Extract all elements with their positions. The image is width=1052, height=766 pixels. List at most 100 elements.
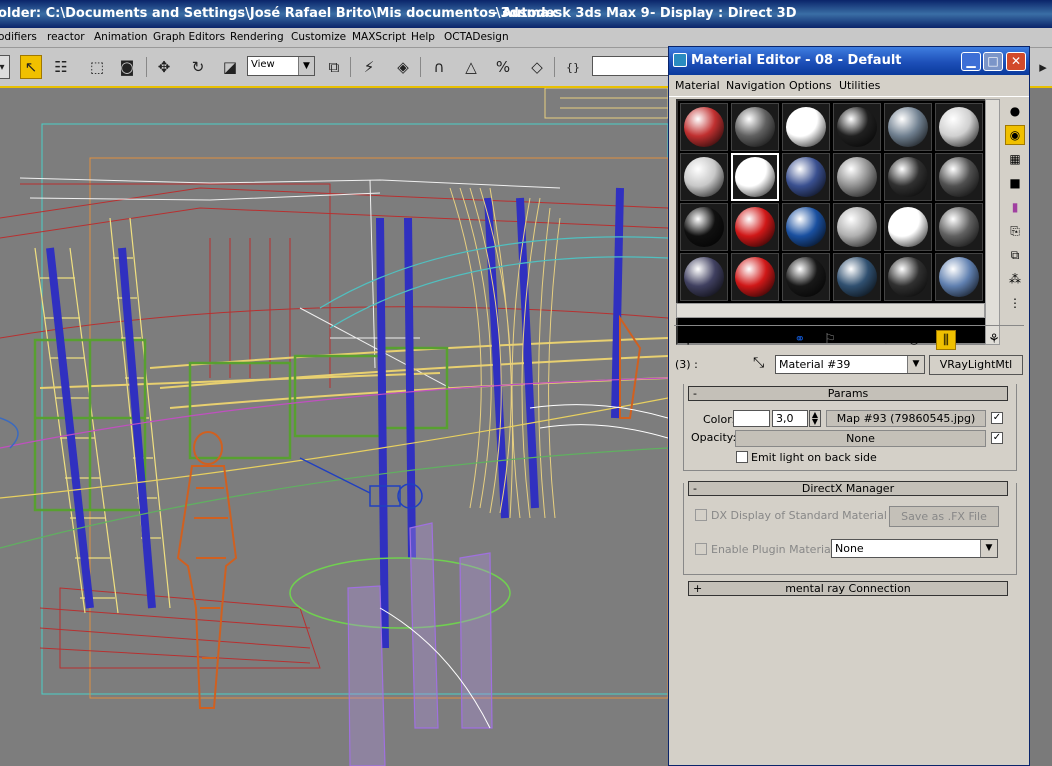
background-checker-icon[interactable]: ▦ bbox=[1005, 149, 1025, 169]
go-forward-sibling-icon[interactable]: ⇨ bbox=[960, 330, 980, 350]
menu-maxscript[interactable]: MAXScript bbox=[352, 31, 406, 43]
material-sample-slot[interactable] bbox=[782, 253, 830, 301]
reference-coordinate-dropdown[interactable]: View ▼ bbox=[247, 56, 315, 76]
me-menu-material[interactable]: Material bbox=[675, 79, 720, 92]
material-sample-slot[interactable] bbox=[935, 153, 983, 201]
material-navigator-icon[interactable]: ⋮ bbox=[1005, 293, 1025, 313]
toolbar-overflow-icon[interactable]: ▸ bbox=[1032, 55, 1052, 79]
color-swatch[interactable] bbox=[733, 410, 770, 427]
material-sample-slot[interactable] bbox=[884, 153, 932, 201]
menu-reactor[interactable]: reactor bbox=[47, 31, 85, 43]
me-menu-options[interactable]: Options bbox=[789, 79, 831, 92]
edit-named-selection-icon[interactable]: {} bbox=[562, 55, 584, 79]
params-rollout-header[interactable]: - Params bbox=[688, 386, 1008, 401]
select-by-material-icon[interactable]: ⁂ bbox=[1005, 269, 1025, 289]
select-by-name-icon[interactable]: ☷ bbox=[50, 55, 72, 79]
material-sample-slot[interactable] bbox=[680, 103, 728, 151]
backlight-icon[interactable]: ◉ bbox=[1005, 125, 1025, 145]
rect-selection-icon[interactable]: ⬚ bbox=[86, 55, 108, 79]
material-sample-slot[interactable] bbox=[884, 253, 932, 301]
material-type-button[interactable]: VRayLightMtl bbox=[929, 355, 1023, 375]
me-menu-utilities[interactable]: Utilities bbox=[839, 79, 880, 92]
chevron-down-icon[interactable]: ▼ bbox=[907, 356, 924, 373]
toolbar-dropdown-icon[interactable]: ▾ bbox=[0, 55, 10, 79]
menu-help[interactable]: Help bbox=[411, 31, 435, 43]
sample-slots-horizontal-scrollbar[interactable] bbox=[676, 303, 985, 318]
material-editor-title-bar[interactable]: Material Editor - 08 - Default ▁ □ ✕ bbox=[669, 47, 1029, 75]
go-to-parent-icon[interactable]: ⫼ bbox=[936, 330, 956, 350]
close-button[interactable]: ✕ bbox=[1006, 52, 1026, 71]
put-to-scene-icon[interactable]: ⇋ bbox=[700, 330, 720, 350]
enable-plugin-checkbox[interactable] bbox=[695, 543, 707, 555]
sample-uv-tiling-icon[interactable]: ■ bbox=[1005, 173, 1025, 193]
me-menu-navigation[interactable]: Navigation bbox=[726, 79, 785, 92]
opacity-map-checkbox[interactable]: ✓ bbox=[991, 432, 1003, 444]
material-sample-slot[interactable] bbox=[935, 203, 983, 251]
get-material-icon[interactable]: ⚲ bbox=[678, 330, 698, 350]
perspective-viewport[interactable] bbox=[0, 88, 668, 766]
maximize-button[interactable]: □ bbox=[983, 52, 1003, 71]
menu-customize[interactable]: Customize bbox=[291, 31, 346, 43]
named-selection-input[interactable] bbox=[592, 56, 670, 76]
material-sample-slot[interactable] bbox=[680, 253, 728, 301]
sample-type-icon[interactable]: ● bbox=[1005, 101, 1025, 121]
color-map-button[interactable]: Map #93 (79860545.jpg) bbox=[826, 410, 986, 427]
material-sample-slot[interactable] bbox=[731, 203, 779, 251]
snaps-toggle-icon[interactable]: ∩ bbox=[428, 55, 450, 79]
plugin-material-dropdown[interactable]: None ▼ bbox=[831, 539, 998, 558]
opacity-map-button[interactable]: None bbox=[735, 430, 986, 447]
emit-back-checkbox[interactable] bbox=[736, 451, 748, 463]
menu-modifiers[interactable]: odifiers bbox=[0, 31, 37, 43]
make-unique-icon[interactable]: ⚭ bbox=[790, 330, 810, 350]
multiplier-spinner[interactable]: ▲ ▼ bbox=[809, 410, 821, 427]
pick-material-icon[interactable]: ⚘ bbox=[984, 330, 1004, 350]
move-icon[interactable]: ✥ bbox=[153, 55, 175, 79]
material-sample-slot[interactable] bbox=[884, 203, 932, 251]
video-color-check-icon[interactable]: ▮ bbox=[1005, 197, 1025, 217]
material-sample-slot[interactable] bbox=[935, 103, 983, 151]
dx-display-checkbox[interactable] bbox=[695, 509, 707, 521]
sample-slots-vertical-scrollbar[interactable] bbox=[985, 99, 1000, 345]
menu-graph-editors[interactable]: Graph Editors bbox=[153, 31, 225, 43]
percent-snap-icon[interactable]: % bbox=[492, 55, 514, 79]
pivot-icon[interactable]: ⧉ bbox=[323, 55, 345, 79]
material-sample-slot[interactable] bbox=[935, 253, 983, 301]
select-manipulate-icon[interactable]: ⚡ bbox=[358, 55, 380, 79]
material-sample-slot[interactable] bbox=[731, 103, 779, 151]
material-sample-slot[interactable] bbox=[833, 203, 881, 251]
mental-ray-rollout-header[interactable]: + mental ray Connection bbox=[688, 581, 1008, 596]
material-sample-slot[interactable] bbox=[731, 253, 779, 301]
menu-rendering[interactable]: Rendering bbox=[230, 31, 284, 43]
chevron-down-icon[interactable]: ▼ bbox=[298, 57, 314, 75]
material-sample-slot[interactable] bbox=[833, 253, 881, 301]
material-effects-channel-icon[interactable]: ⧉ bbox=[846, 330, 866, 350]
material-sample-slot[interactable] bbox=[833, 153, 881, 201]
pick-from-object-icon[interactable]: ⤡ bbox=[753, 355, 764, 371]
assign-to-selection-icon[interactable]: ⇢ bbox=[732, 330, 752, 350]
save-as-fx-button[interactable]: Save as .FX File bbox=[889, 506, 999, 527]
reset-map-icon[interactable]: ✕ bbox=[760, 330, 780, 350]
material-sample-slot[interactable] bbox=[782, 103, 830, 151]
options-icon[interactable]: ⧉ bbox=[1005, 245, 1025, 265]
material-sample-slot[interactable] bbox=[680, 203, 728, 251]
material-sample-slot[interactable] bbox=[884, 103, 932, 151]
material-sample-slot[interactable] bbox=[833, 103, 881, 151]
menu-octadesign[interactable]: OCTADesign bbox=[444, 31, 509, 43]
chevron-down-icon[interactable]: ▼ bbox=[980, 540, 997, 557]
rotate-icon[interactable]: ↻ bbox=[187, 55, 209, 79]
directx-rollout-header[interactable]: - DirectX Manager bbox=[688, 481, 1008, 496]
minimize-button[interactable]: ▁ bbox=[961, 52, 981, 71]
spinner-snap-icon[interactable]: ◇ bbox=[526, 55, 548, 79]
make-preview-icon[interactable]: ⎘ bbox=[1005, 221, 1025, 241]
show-end-result-icon[interactable]: ◎ bbox=[904, 330, 924, 350]
select-object-icon[interactable]: ↖ bbox=[20, 55, 42, 79]
material-name-dropdown[interactable]: Material #39 ▼ bbox=[775, 355, 925, 374]
keyboard-shortcut-icon[interactable]: ◈ bbox=[392, 55, 414, 79]
color-map-checkbox[interactable]: ✓ bbox=[991, 412, 1003, 424]
show-map-in-viewport-icon[interactable]: ⊙ bbox=[876, 330, 896, 350]
material-sample-slot[interactable] bbox=[782, 153, 830, 201]
put-to-library-icon[interactable]: ⚐ bbox=[820, 330, 840, 350]
window-crossing-icon[interactable]: ◙ bbox=[116, 55, 138, 79]
material-sample-slot[interactable] bbox=[731, 153, 779, 201]
multiplier-input[interactable]: 3,0 bbox=[772, 410, 808, 427]
